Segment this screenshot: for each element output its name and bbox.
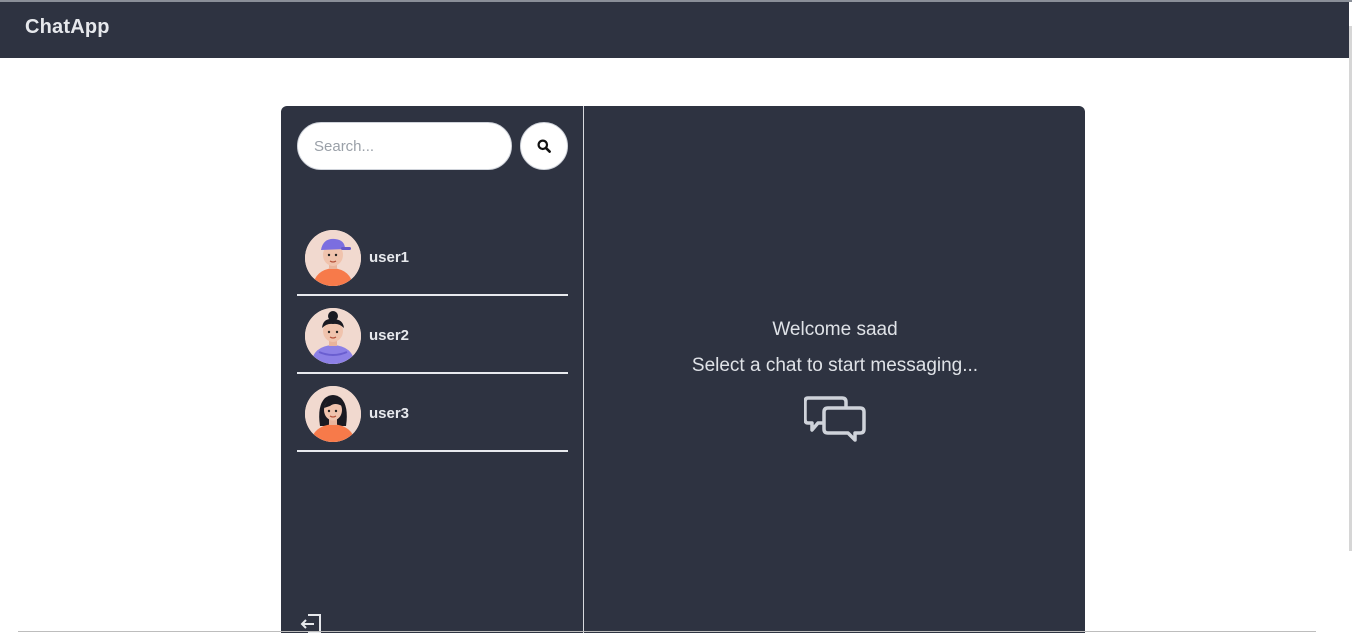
chat-bubbles-icon [804,396,866,442]
welcome-text: Welcome saad [772,319,898,340]
bun-hair-avatar-icon [305,308,361,364]
logout-icon [300,614,321,633]
search-button[interactable] [520,122,568,170]
navbar: ChatApp [0,2,1349,58]
long-hair-avatar-icon [305,386,361,442]
user-list-item-user2[interactable]: user2 [297,296,568,374]
chat-container: user1 u [281,106,1085,633]
user-list-item-user1[interactable]: user1 [297,218,568,296]
search-input[interactable] [297,122,512,170]
user-name: user3 [369,405,410,422]
bottom-divider [18,631,1316,632]
user-name: user2 [369,327,410,344]
chat-panel: Welcome saad Select a chat to start mess… [585,106,1085,633]
user-list-item-user3[interactable]: user3 [297,374,568,452]
search-icon [537,139,551,153]
user-list: user1 user2 user3 [297,218,568,452]
empty-chat-prompt: Select a chat to start messaging... [691,355,979,376]
logout-button[interactable] [299,611,325,633]
sidebar: user1 u [281,106,584,633]
app-title[interactable]: ChatApp [25,16,110,39]
cap-avatar-icon [305,230,361,286]
user-name: user1 [369,249,410,266]
